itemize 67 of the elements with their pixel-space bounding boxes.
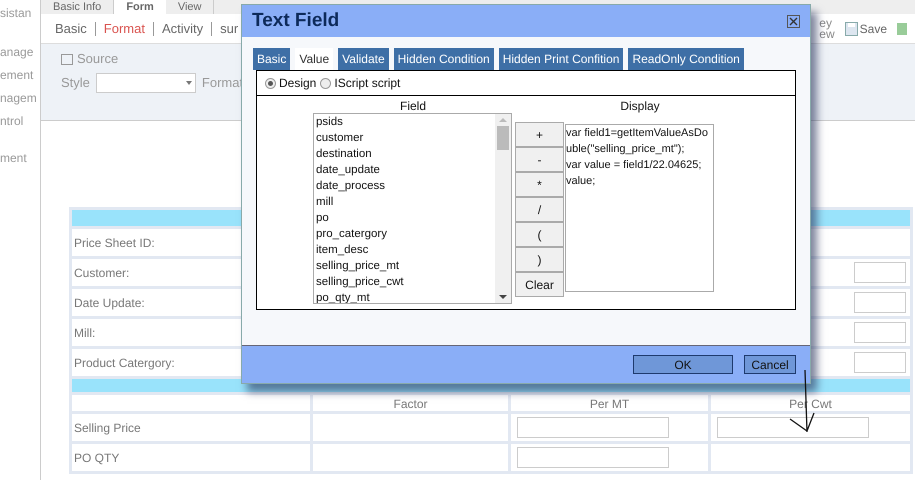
field-option[interactable]: item_desc xyxy=(316,242,495,258)
row-label: PO QTY xyxy=(73,450,120,466)
column-header: Per MT xyxy=(508,395,708,413)
export-icon xyxy=(897,22,907,34)
save-button[interactable]: Save xyxy=(844,20,887,38)
dialog-button[interactable]: Cancel xyxy=(744,355,796,374)
dialog-button[interactable]: OK xyxy=(633,355,733,374)
row-label: Selling Price xyxy=(73,420,142,436)
scroll-thumb[interactable] xyxy=(497,126,509,150)
top-tab[interactable]: View xyxy=(166,0,214,14)
field-option[interactable]: selling_price_mt xyxy=(316,258,495,274)
text-input[interactable] xyxy=(854,352,906,373)
save-icon xyxy=(844,22,858,36)
field-label: Mill: xyxy=(74,324,96,342)
field-label: Customer: xyxy=(74,264,130,282)
display-textarea[interactable]: var field1=getItemValueAsDouble("selling_price_mt"); var value = field1/22.04625; value; xyxy=(565,124,714,292)
field-label: Product Catergory: xyxy=(74,354,175,372)
style-select[interactable] xyxy=(96,73,196,93)
text-input[interactable] xyxy=(854,262,906,283)
field-option[interactable]: date_update xyxy=(316,162,495,178)
dialog-tab[interactable]: Validate xyxy=(338,48,389,70)
text-input[interactable] xyxy=(717,417,869,438)
column-header: Factor xyxy=(310,395,508,413)
sub-tab[interactable]: Activity xyxy=(162,18,204,38)
field-option[interactable]: pro_catergory xyxy=(316,226,495,242)
field-option[interactable]: psids xyxy=(316,114,495,130)
field-option[interactable]: customer xyxy=(316,130,495,146)
top-tab[interactable]: Form xyxy=(114,0,166,14)
dialog-tab[interactable]: Value xyxy=(295,48,334,70)
toolbar-label: ey xyxy=(819,18,833,28)
sub-tab[interactable]: Basic xyxy=(55,18,87,38)
display-heading: Display xyxy=(619,98,661,113)
style-label: Style xyxy=(61,74,90,92)
toolbar-label: ew xyxy=(819,28,835,40)
sub-tab[interactable]: sur xyxy=(220,18,238,38)
mode-radio[interactable]: IScript script xyxy=(320,74,400,92)
text-input[interactable] xyxy=(517,447,669,468)
sub-tab[interactable]: Format xyxy=(104,18,145,38)
text-input[interactable] xyxy=(517,417,669,438)
source-icon xyxy=(61,54,73,64)
scrollbar[interactable] xyxy=(495,114,511,303)
field-option[interactable]: destination xyxy=(316,146,495,162)
field-option[interactable]: po xyxy=(316,210,495,226)
field-heading: Field xyxy=(398,98,427,113)
close-icon xyxy=(789,16,798,26)
operator-button[interactable]: - xyxy=(515,147,564,172)
caret-icon xyxy=(186,81,192,85)
operator-button[interactable]: Clear xyxy=(515,272,564,297)
operator-button[interactable]: / xyxy=(515,197,564,222)
operator-button[interactable]: ( xyxy=(515,222,564,247)
field-option[interactable]: date_process xyxy=(316,178,495,194)
text-input[interactable] xyxy=(854,322,906,343)
field-label: Price Sheet ID: xyxy=(74,234,155,252)
dialog-tab[interactable]: ReadOnly Condition xyxy=(628,48,744,70)
operator-button[interactable]: * xyxy=(515,172,564,197)
operator-button[interactable]: + xyxy=(515,122,564,147)
text-input[interactable] xyxy=(854,292,906,313)
close-button[interactable] xyxy=(787,14,800,28)
field-label: Date Update: xyxy=(74,294,145,312)
field-option[interactable]: mill xyxy=(316,194,495,210)
dialog-tab[interactable]: Hidden Condition xyxy=(394,48,494,70)
dialog-tab[interactable]: Hidden Print Confition xyxy=(498,48,624,70)
dialog-title: Text Field xyxy=(252,8,340,33)
operator-button[interactable]: ) xyxy=(515,247,564,272)
dialog-tab[interactable]: Basic xyxy=(253,48,290,70)
field-option[interactable]: selling_price_cwt xyxy=(316,274,495,290)
mode-radio[interactable]: Design xyxy=(265,74,316,92)
